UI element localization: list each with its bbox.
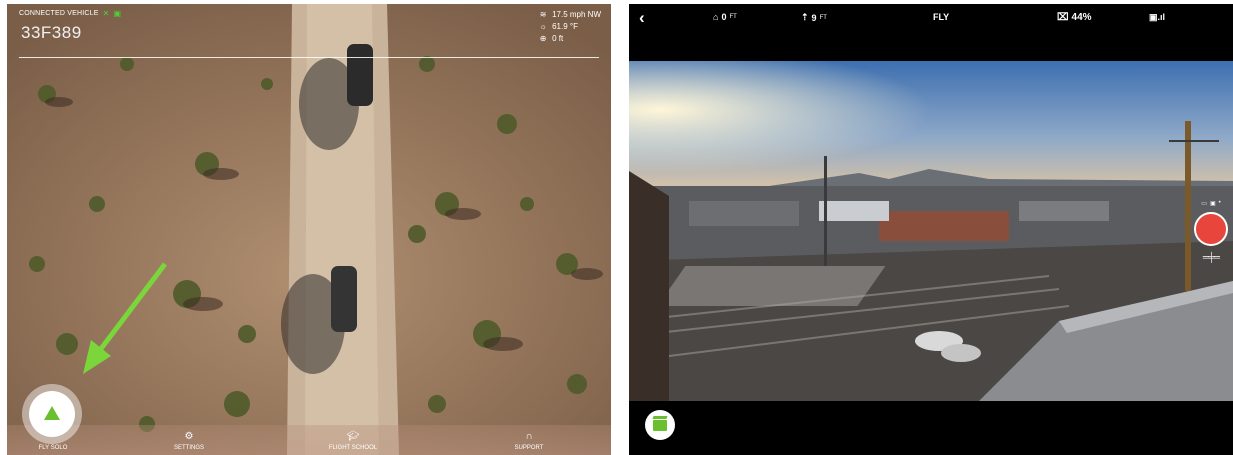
temperature-value: 61.9 °F [552, 22, 578, 31]
video-mode-icon[interactable]: ▭ [1201, 200, 1207, 207]
flight-mode[interactable]: FLY [933, 12, 949, 22]
controller-connected-icon: ▣ [113, 9, 122, 18]
home-icon: ⌂ [713, 12, 719, 22]
drone-battery-icon: ⌧ [1057, 12, 1069, 23]
wind-icon: ≋ [539, 10, 547, 19]
camera-settings-icon[interactable]: ═╪═ [1193, 252, 1229, 262]
battery-value: 44% [1071, 12, 1092, 23]
nav-fly-solo[interactable]: FLY SOLO [13, 445, 93, 451]
fly-solo-button[interactable] [22, 384, 82, 444]
altitude-up-icon: ⇡ [801, 12, 809, 22]
drone-connected-icon: ✕ [102, 9, 110, 18]
solo-home-screen: CONNECTED VEHICLE ✕ ▣ 33F389 ≋ 17.5 mph … [7, 4, 611, 455]
gear-icon: ⚙ [184, 431, 194, 442]
capture-controls: ▭ ▣ • ═╪═ [1193, 200, 1229, 274]
dot-icon: • [1218, 200, 1221, 206]
nav-fly-solo-label: FLY SOLO [38, 445, 68, 451]
back-chevron-icon[interactable]: ‹ [639, 8, 645, 28]
altitude-value: 0 ft [552, 34, 564, 43]
wind-value: 17.5 mph NW [552, 10, 601, 19]
vehicle-id: 33F389 [21, 23, 82, 42]
home-distance: ⌂ 0 FT [713, 12, 737, 22]
battery-readout: ⌧ 44% [1057, 12, 1092, 23]
drone-arrow-icon [44, 406, 60, 420]
header-divider [19, 57, 599, 58]
altitude-readout-unit: FT [819, 14, 827, 21]
fly-screen: ‹ ⌂ 0 FT ⇡ 9 FT FLY ⌧ 44% ▣.ıl ▭ ▣ • ═╪═ [629, 4, 1233, 455]
controller-signal-icon: ▣.ıl [1149, 12, 1166, 22]
fly-solo-button-inner [29, 391, 75, 437]
altitude-icon: ⊕ [539, 34, 547, 43]
altitude-readout-value: 9 [811, 12, 817, 23]
nav-settings-label: SETTINGS [173, 445, 204, 451]
clapperboard-icon [653, 419, 667, 431]
camera-feed [629, 61, 1233, 401]
graduation-cap-icon: 🎓︎ [346, 431, 360, 442]
capture-mode-icons: ▭ ▣ • [1193, 200, 1229, 207]
connection-label: CONNECTED VEHICLE [19, 10, 99, 17]
sun-icon: ☼ [539, 22, 547, 31]
record-button[interactable] [1194, 212, 1228, 246]
nav-support[interactable]: ∩ SUPPORT [489, 431, 569, 451]
nav-support-label: SUPPORT [514, 445, 544, 451]
home-distance-value: 0 [721, 12, 727, 22]
aerial-terrain-image [7, 4, 611, 455]
telemetry-bar: ‹ ⌂ 0 FT ⇡ 9 FT FLY ⌧ 44% ▣.ıl [629, 4, 1233, 32]
nav-flight-school[interactable]: 🎓︎ FLIGHT SCHOOL [313, 431, 393, 451]
photo-mode-icon[interactable]: ▣ [1210, 200, 1216, 207]
home-distance-unit: FT [729, 14, 737, 20]
media-gallery-button[interactable] [645, 410, 675, 440]
connection-status: CONNECTED VEHICLE ✕ ▣ [19, 9, 121, 18]
headset-icon: ∩ [525, 431, 533, 442]
nav-settings[interactable]: ⚙ SETTINGS [149, 431, 229, 451]
nav-flight-school-label: FLIGHT SCHOOL [328, 445, 378, 451]
altitude-readout: ⇡ 9 FT [801, 12, 827, 23]
weather-panel: ≋ 17.5 mph NW ☼ 61.9 °F ⊕ 0 ft [538, 9, 601, 45]
